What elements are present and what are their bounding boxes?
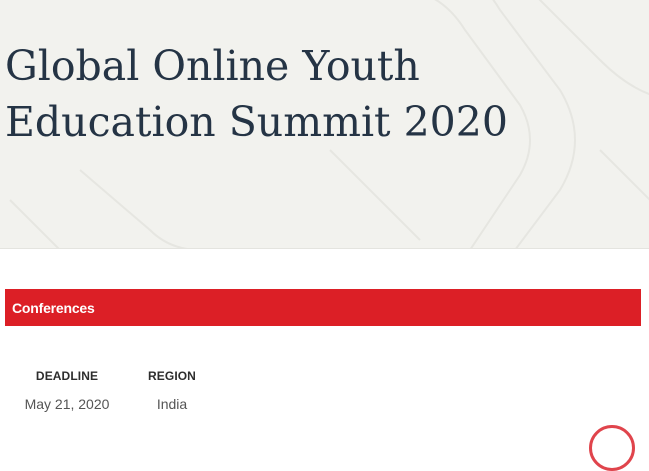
hero-banner: Global Online Youth Education Summit 202… [0,0,649,249]
category-label: Conferences [12,299,95,316]
region-label: REGION [148,369,196,383]
page-title-line-2: Education Summit 2020 [5,98,508,146]
help-chat-icon[interactable] [589,425,635,471]
deadline-label: DEADLINE [35,369,99,383]
category-bar-conferences[interactable]: Conferences [5,289,641,326]
page-title: Global Online Youth Education Summit 202… [5,38,508,150]
region-value: India [156,396,188,412]
page-title-line-1: Global Online Youth [5,42,420,90]
region-info: REGION India [136,368,208,412]
deadline-info: DEADLINE May 21, 2020 [20,368,114,412]
deadline-value: May 21, 2020 [24,396,110,412]
